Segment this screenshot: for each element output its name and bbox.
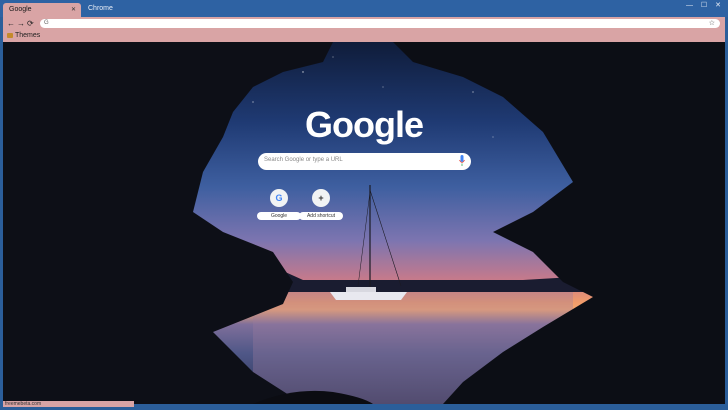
bookmarks-bar: Themes bbox=[3, 30, 725, 42]
shortcut-label: Google bbox=[257, 212, 301, 220]
star-icon[interactable]: ☆ bbox=[709, 19, 715, 28]
search-box[interactable]: Search Google or type a URL bbox=[258, 153, 471, 170]
toolbar: ← → ⟳ G ☆ bbox=[3, 17, 725, 30]
reload-icon[interactable]: ⟳ bbox=[27, 18, 34, 29]
shortcut-label: Add shortcut bbox=[299, 212, 343, 220]
google-icon: G bbox=[44, 20, 49, 26]
window-controls[interactable]: — ☐ ✕ bbox=[686, 1, 724, 9]
plus-icon: + bbox=[312, 189, 330, 207]
search-placeholder: Search Google or type a URL bbox=[264, 157, 343, 163]
folder-icon bbox=[7, 32, 13, 38]
new-tab-page: Google Search Google or type a URL G Goo… bbox=[3, 42, 725, 404]
shortcut-google[interactable]: G Google bbox=[257, 189, 301, 220]
background-scene bbox=[3, 42, 725, 404]
bookmark-themes[interactable]: Themes bbox=[7, 31, 40, 41]
back-icon[interactable]: ← bbox=[7, 18, 15, 29]
google-logo: Google bbox=[305, 104, 424, 145]
shortcut-add[interactable]: + Add shortcut bbox=[299, 189, 343, 220]
google-icon: G bbox=[270, 189, 288, 207]
status-bar: freemebeta.com bbox=[3, 401, 134, 407]
microphone-icon[interactable] bbox=[459, 155, 465, 167]
bookmark-label: Themes bbox=[15, 32, 41, 39]
close-icon[interactable]: ✕ bbox=[71, 6, 76, 13]
tab-google[interactable]: Google ✕ bbox=[3, 3, 81, 17]
title-bar: Google ✕ Chrome — ☐ ✕ bbox=[0, 0, 728, 17]
forward-icon[interactable]: → bbox=[17, 18, 25, 29]
address-bar[interactable]: G ☆ bbox=[40, 19, 720, 28]
tab-chrome[interactable]: Chrome bbox=[88, 5, 113, 12]
tab-title: Google bbox=[9, 6, 32, 13]
